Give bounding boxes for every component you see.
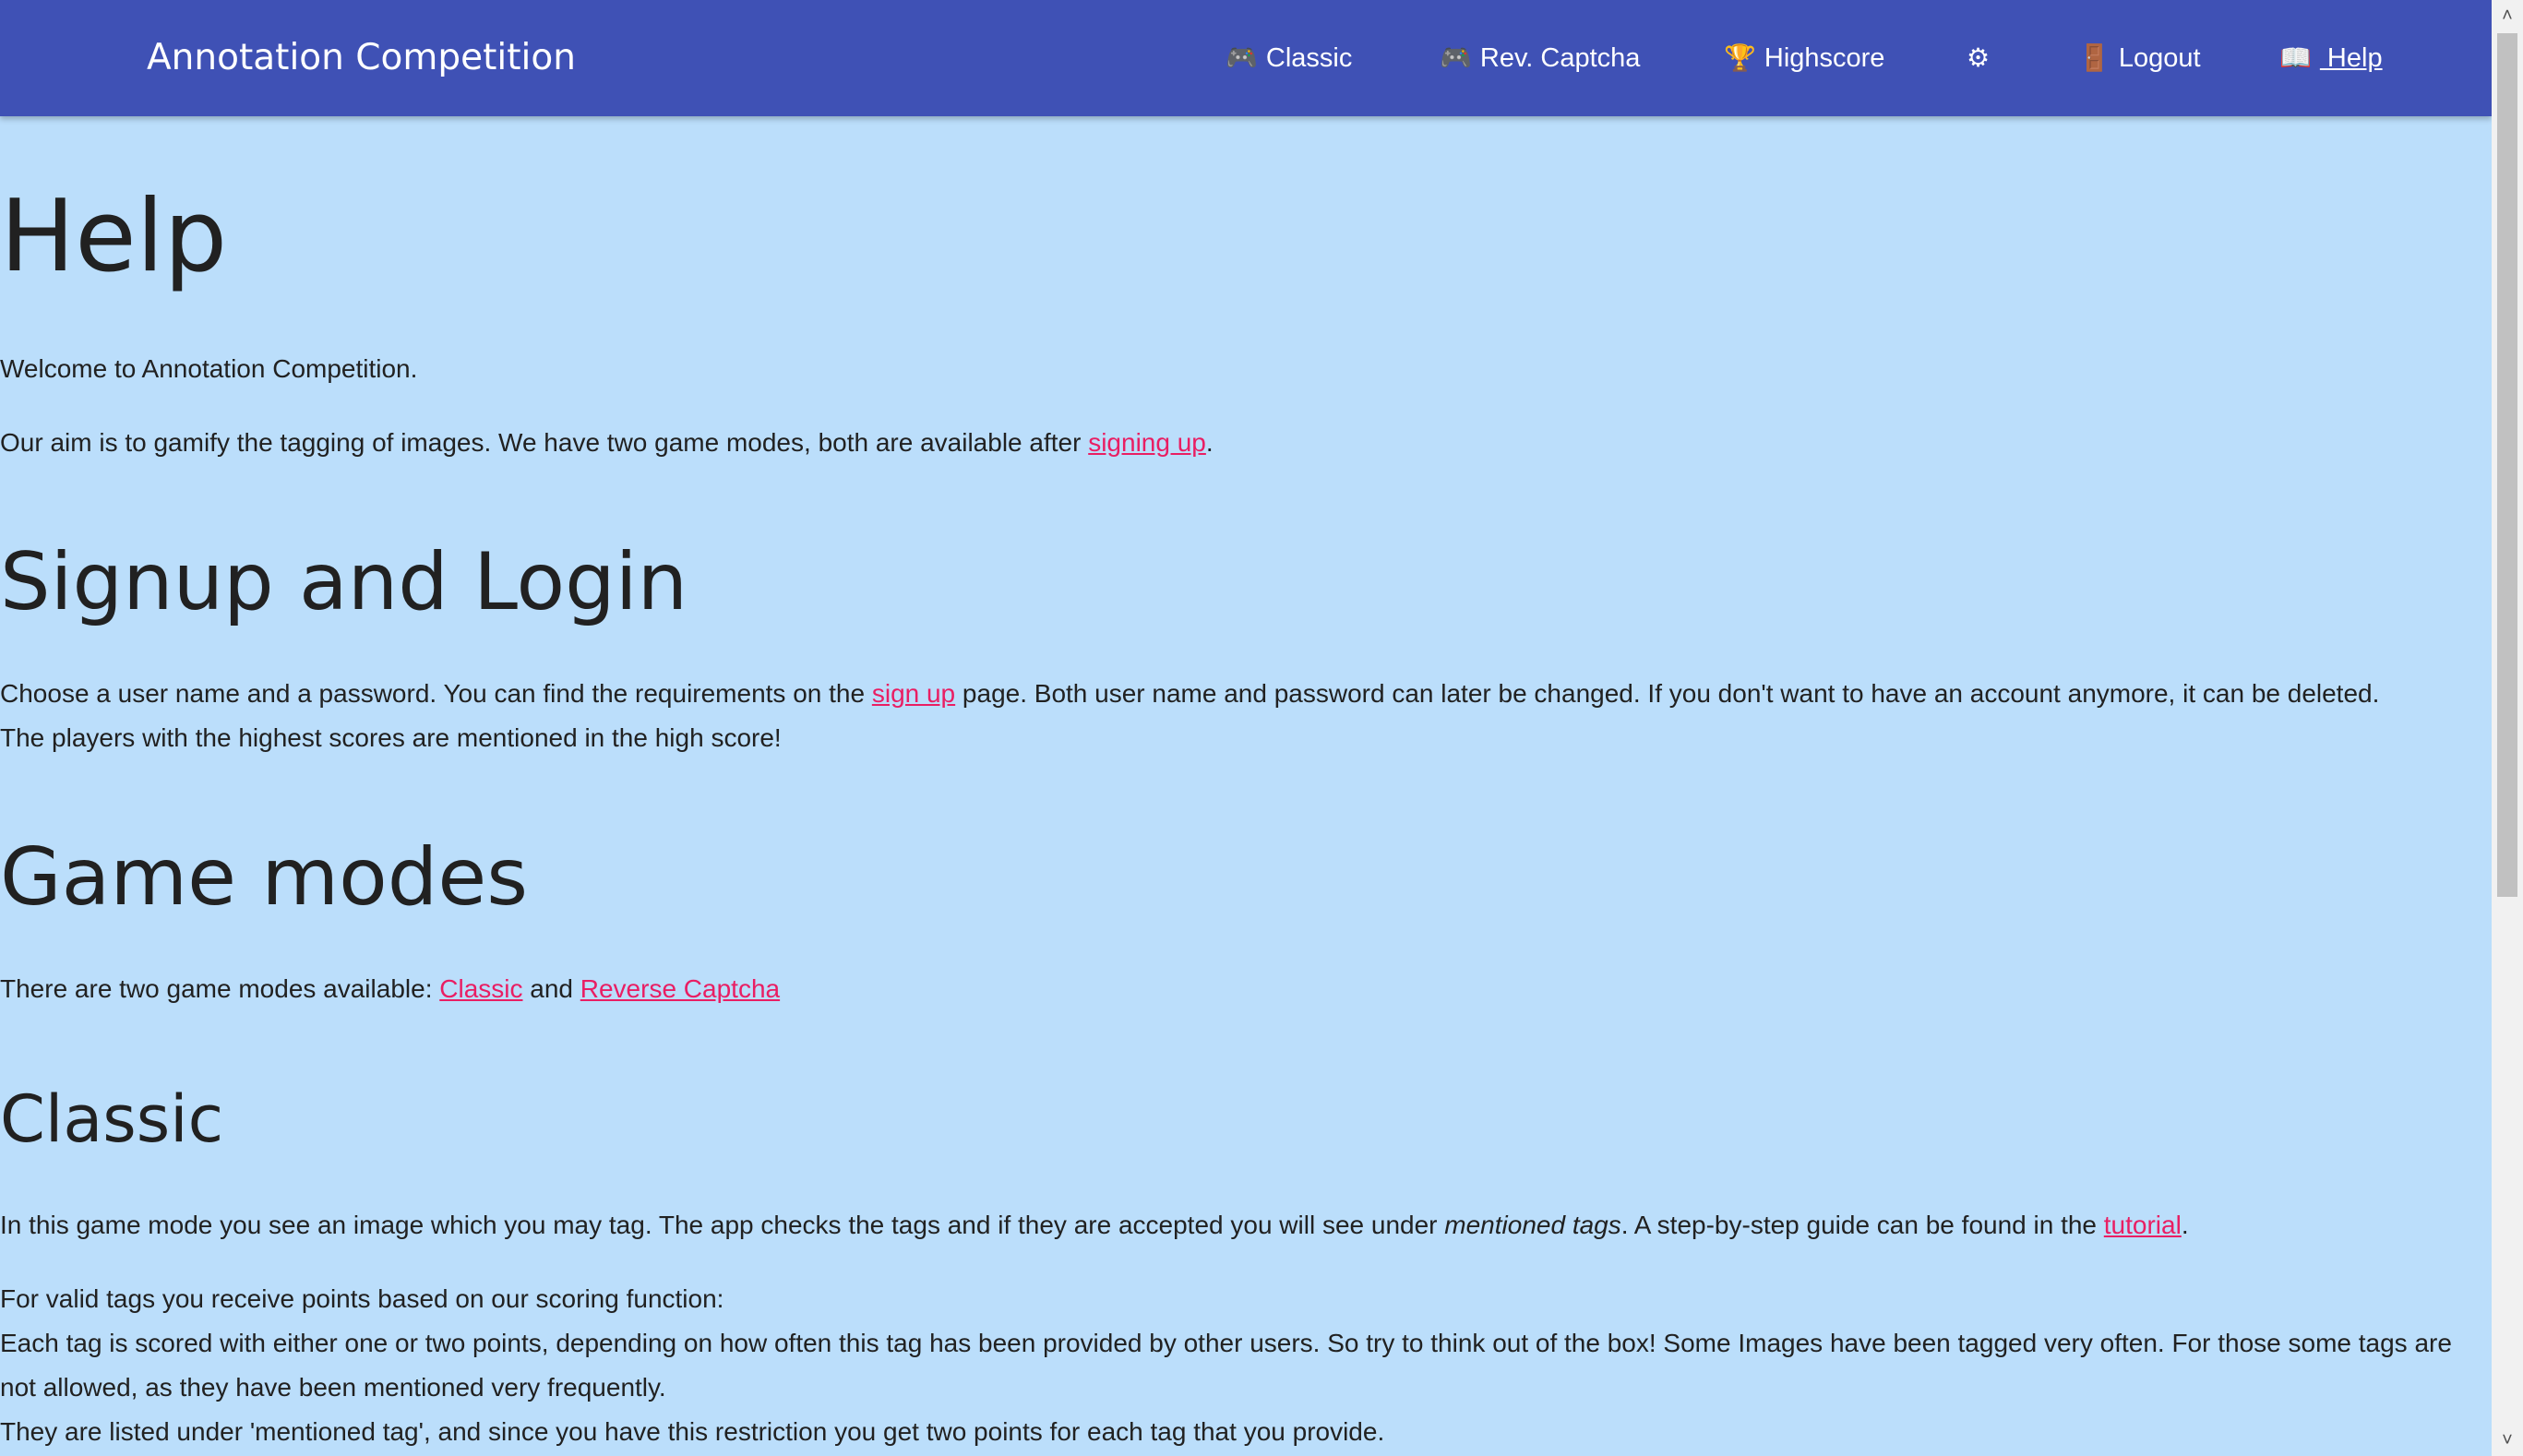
nav-item-label: Classic xyxy=(1265,43,1353,73)
aim-paragraph: Our aim is to gamify the tagging of imag… xyxy=(0,421,1214,465)
brand-title[interactable]: Annotation Competition xyxy=(147,31,576,85)
nav-item-logout[interactable]: 🚪 Logout xyxy=(2078,37,2201,79)
welcome-text: Welcome to Annotation Competition. xyxy=(0,354,418,383)
scoring-line-1: For valid tags you receive points based … xyxy=(0,1284,724,1313)
nav-item-label: Help xyxy=(2319,43,2383,73)
nav-item-highscore[interactable]: 🏆 Highscore xyxy=(1724,37,1884,79)
sign-up-link[interactable]: sign up xyxy=(872,679,955,708)
aim-text-end: . xyxy=(1205,428,1214,457)
door-icon: 🚪 xyxy=(2078,43,2110,72)
section-heading-game-modes: Game modes xyxy=(0,831,529,924)
page-title: Help xyxy=(0,179,228,294)
scoring-line-3: They are listed under 'mentioned tag', a… xyxy=(0,1417,1385,1446)
scroll-down-icon[interactable]: ˅ xyxy=(2492,1425,2523,1456)
trophy-icon: 🏆 xyxy=(1724,43,1756,72)
nav-item-settings[interactable]: ⚙ xyxy=(1967,37,1998,79)
vertical-scrollbar[interactable]: ˄ ˅ xyxy=(2492,0,2523,1456)
scoring-paragraph: For valid tags you receive points based … xyxy=(0,1277,2464,1454)
gamepad-icon: 🎮 xyxy=(1440,43,1472,72)
signup-paragraph: Choose a user name and a password. You c… xyxy=(0,672,2482,760)
classic-intro-paragraph: In this game mode you see an image which… xyxy=(0,1203,2482,1247)
tutorial-link[interactable]: tutorial xyxy=(2104,1211,2182,1239)
scroll-up-icon[interactable]: ˄ xyxy=(2492,0,2523,31)
classic-intro-end: . xyxy=(2181,1211,2189,1239)
mentioned-tags-emphasis: mentioned tags xyxy=(1444,1211,1621,1239)
nav-item-classic[interactable]: 🎮 Classic xyxy=(1226,37,1352,79)
nav-item-label: Logout xyxy=(2118,43,2201,73)
top-navbar: Annotation Competition 🎮 Classic 🎮 Rev. Ca… xyxy=(0,0,2492,116)
classic-link[interactable]: Classic xyxy=(439,974,522,1003)
section-heading-signup: Signup and Login xyxy=(0,536,688,628)
aim-text: Our aim is to gamify the tagging of imag… xyxy=(0,428,1089,457)
nav-item-label: Rev. Captcha xyxy=(1479,43,1641,73)
scoring-line-2: Each tag is scored with either one or tw… xyxy=(0,1329,2452,1402)
signup-text: Choose a user name and a password. You c… xyxy=(0,679,872,708)
classic-intro-text: In this game mode you see an image which… xyxy=(0,1211,1445,1239)
book-icon: 📖 xyxy=(2279,43,2312,72)
game-modes-paragraph: There are two game modes available: Clas… xyxy=(0,967,780,1011)
signup-text-end: page. Both user name and password can la… xyxy=(955,679,2380,708)
nav-item-rev-captcha[interactable]: 🎮 Rev. Captcha xyxy=(1440,37,1640,79)
game-modes-and: and xyxy=(522,974,580,1003)
game-modes-text: There are two game modes available: xyxy=(0,974,440,1003)
classic-intro-middle: . A step-by-step guide can be found in t… xyxy=(1620,1211,2104,1239)
section-heading-classic: Classic xyxy=(0,1081,224,1157)
reverse-captcha-link[interactable]: Reverse Captcha xyxy=(580,974,780,1003)
nav-item-label: Highscore xyxy=(1764,43,1885,73)
highscore-note: The players with the highest scores are … xyxy=(0,723,782,752)
gear-icon: ⚙ xyxy=(1967,43,1991,72)
nav-item-help[interactable]: 📖 Help xyxy=(2279,37,2383,79)
scrollbar-thumb[interactable] xyxy=(2497,33,2517,897)
signing-up-link[interactable]: signing up xyxy=(1088,428,1206,457)
gamepad-icon: 🎮 xyxy=(1226,43,1258,72)
